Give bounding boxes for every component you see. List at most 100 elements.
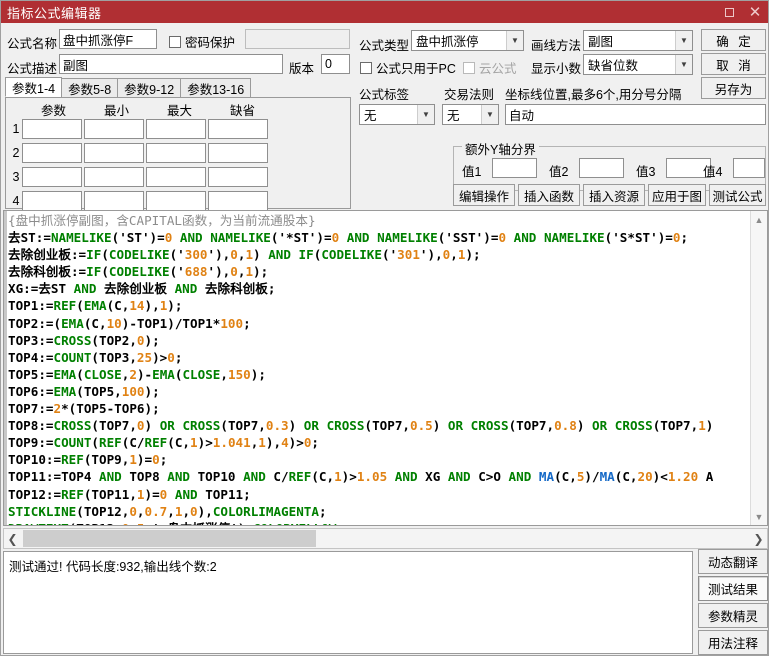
formula-name-input[interactable]: 盘中抓涨停F [59,29,157,49]
scroll-down-icon[interactable]: ▼ [751,508,767,525]
extra-y-label-3: 值3 [636,165,656,179]
chevron-down-icon[interactable]: ▼ [481,105,498,124]
param-row-2: 2 [10,143,270,163]
param-wizard-button[interactable]: 参数精灵 [698,603,768,628]
param-row-number: 4 [12,194,20,208]
trade-rule-select[interactable]: 无 ▼ [442,104,499,125]
param-cell-max[interactable] [146,143,206,163]
axis-position-input[interactable]: 自动 [505,104,766,125]
editor-vertical-scrollbar[interactable]: ▲ ▼ [750,211,767,525]
extra-y-input-1[interactable] [492,158,537,178]
params-tabstrip: 参数1-4 参数5-8 参数9-12 参数13-16 [5,77,351,97]
draw-method-label: 画线方法 [531,39,582,53]
maximize-icon[interactable] [716,1,742,23]
param-cell-default[interactable] [208,167,268,187]
tab-params-13-16[interactable]: 参数13-16 [180,78,252,97]
cloud-formula-label: 云公式 [479,62,517,76]
insert-resource-button[interactable]: 插入资源 [583,184,645,206]
test-result-button[interactable]: 测试结果 [698,576,768,601]
extra-y-input-2[interactable] [579,158,624,178]
param-cell-param[interactable] [22,119,82,139]
pc-only-checkbox[interactable]: 公式只用于PC [360,58,456,77]
code-line: TOP12:=REF(TOP11,1)=0 AND TOP11; [8,486,251,502]
param-cell-min[interactable] [84,143,144,163]
param-row-number: 1 [12,122,20,136]
close-icon[interactable]: ✕ [742,1,768,23]
axis-position-label: 坐标线位置,最多6个,用分号分隔 [505,88,682,102]
extra-y-label-2: 值2 [549,165,569,179]
code-editor[interactable]: {盘中抓涨停副图，含CAPITAL函数，为当前流通股本} 去ST:=NAMELIK… [3,210,768,526]
param-cell-param[interactable] [22,167,82,187]
column-header-min: 最小 [103,104,129,118]
formula-type-select[interactable]: 盘中抓涨停 ▼ [411,30,524,51]
trade-rule-label: 交易法则 [444,88,495,102]
edit-operation-button[interactable]: 编辑操作 [453,184,515,206]
decimal-digits-select[interactable]: 缺省位数 ▼ [583,54,693,75]
param-cell-min[interactable] [84,167,144,187]
hscroll-thumb[interactable] [23,530,316,547]
formula-tag-value: 无 [364,109,377,123]
scroll-left-icon[interactable]: ❮ [4,529,21,548]
param-cell-max[interactable] [146,119,206,139]
chevron-down-icon[interactable]: ▼ [506,31,523,50]
draw-method-select[interactable]: 副图 ▼ [583,30,693,51]
extra-y-input-4[interactable] [733,158,765,178]
ok-button[interactable]: 确 定 [701,29,766,51]
editor-horizontal-scrollbar[interactable]: ❮ ❯ [3,528,768,549]
chevron-down-icon[interactable]: ▼ [675,31,692,50]
param-cell-param[interactable] [22,191,82,211]
formula-desc-input[interactable]: 副图 [59,54,283,74]
formula-tag-label: 公式标签 [359,88,410,102]
param-cell-max[interactable] [146,167,206,187]
version-input[interactable]: 0 [321,54,350,74]
params-column-headers: 参数 最小 最大 缺省 [22,100,274,119]
chevron-down-icon[interactable]: ▼ [417,105,434,124]
code-line: TOP4:=COUNT(TOP3,25)>0; [8,349,183,365]
param-row-3: 3 [10,167,270,187]
insert-function-button[interactable]: 插入函数 [518,184,580,206]
apply-to-chart-button[interactable]: 应用于图 [648,184,706,206]
code-line: 去除科创板:=IF(CODELIKE('688'),0,1); [8,264,269,280]
code-text[interactable]: {盘中抓涨停副图，含CAPITAL函数，为当前流通股本} 去ST:=NAMELIK… [8,212,748,525]
hscroll-track[interactable] [21,529,750,548]
code-line: STICKLINE(TOP12,0,0.7,1,0),COLORLIMAGENT… [8,503,327,519]
dynamic-translate-button[interactable]: 动态翻译 [698,549,768,574]
column-header-param: 参数 [40,104,66,118]
tab-params-1-4[interactable]: 参数1-4 [5,77,63,97]
extra-y-axis-title: 额外Y轴分界 [462,139,539,158]
scroll-right-icon[interactable]: ❯ [750,529,767,548]
cancel-button[interactable]: 取 消 [701,53,766,75]
formula-desc-label: 公式描述 [7,62,58,76]
tab-params-9-12[interactable]: 参数9-12 [117,78,182,97]
param-row-4: 4 [10,191,270,211]
param-cell-min[interactable] [84,119,144,139]
formula-type-value: 盘中抓涨停 [416,35,479,49]
pc-only-checkbox-box [360,61,372,74]
side-button-panel: 动态翻译 测试结果 参数精灵 用法注释 [698,549,768,655]
formula-tag-select[interactable]: 无 ▼ [359,104,435,125]
param-row-number: 2 [12,146,20,160]
formula-type-label: 公式类型 [359,39,410,53]
cloud-formula-checkbox[interactable]: 云公式 [463,58,517,77]
save-as-button[interactable]: 另存为 [701,77,766,99]
code-line: TOP3:=CROSS(TOP2,0); [8,332,160,348]
param-cell-min[interactable] [84,191,144,211]
code-line: TOP7:=2*(TOP5-TOP6); [8,401,160,417]
code-line: XG:=去ST AND 去除创业板 AND 去除科创板; [8,281,276,297]
tab-params-5-8[interactable]: 参数5-8 [61,78,119,97]
param-cell-default[interactable] [208,143,268,163]
code-line: 去ST:=NAMELIKE('ST')=0 AND NAMELIKE('*ST'… [8,230,689,246]
param-cell-max[interactable] [146,191,206,211]
pc-only-label: 公式只用于PC [376,62,456,76]
param-cell-default[interactable] [208,191,268,211]
param-cell-param[interactable] [22,143,82,163]
usage-notes-button[interactable]: 用法注释 [698,630,768,655]
test-formula-button[interactable]: 测试公式 [709,184,766,206]
param-cell-default[interactable] [208,119,268,139]
chevron-down-icon[interactable]: ▼ [675,55,692,74]
cloud-formula-checkbox-box [463,61,475,74]
scroll-up-icon[interactable]: ▲ [751,211,767,228]
code-line: TOP8:=CROSS(TOP7,0) OR CROSS(TOP7,0.3) O… [8,418,714,434]
password-protect-checkbox[interactable]: 密码保护 [169,32,235,51]
password-input[interactable] [245,29,350,49]
